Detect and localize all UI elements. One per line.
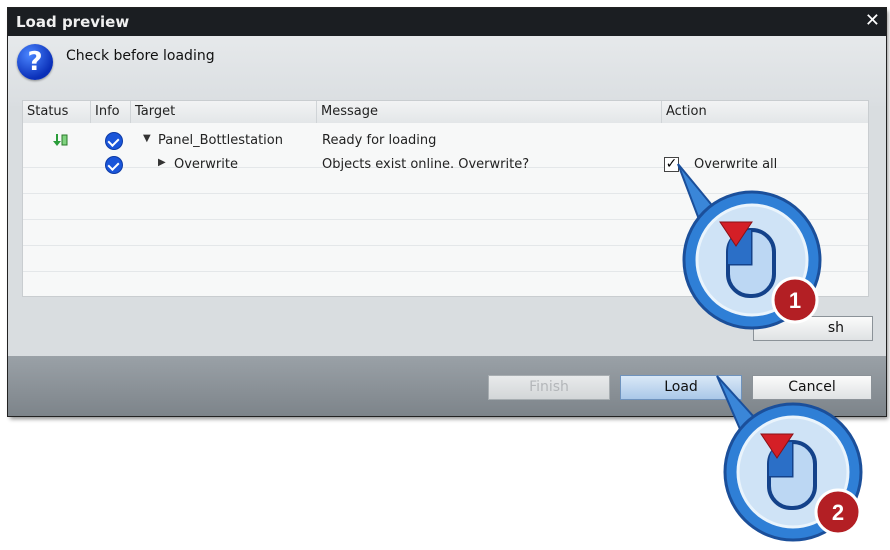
close-icon[interactable]: ✕: [865, 12, 880, 30]
dialog-title: Load preview: [16, 13, 130, 31]
header-text: Check before loading: [66, 48, 215, 64]
dialog-header: [8, 36, 886, 106]
title-bar: Load preview ✕: [8, 8, 886, 36]
finish-button[interactable]: Finish: [488, 375, 610, 400]
message-cell: Ready for loading: [322, 133, 437, 148]
callout-number-1: 1: [789, 288, 801, 313]
target-cell: Panel_Bottlestation: [158, 133, 283, 148]
collapse-triangle-icon[interactable]: ▼: [143, 133, 151, 144]
column-header-info[interactable]: Info: [91, 101, 131, 123]
column-header-action[interactable]: Action: [662, 101, 868, 123]
column-header-message[interactable]: Message: [317, 101, 662, 123]
target-cell: Overwrite: [174, 157, 238, 172]
callout-number-2: 2: [832, 500, 844, 525]
column-header-status[interactable]: Status: [23, 101, 91, 123]
question-icon: ?: [17, 44, 53, 80]
mouse-click-callout-2: 2: [716, 375, 863, 542]
expand-triangle-icon[interactable]: ▶: [158, 157, 166, 168]
column-header-target[interactable]: Target: [131, 101, 317, 123]
info-check-icon: [106, 157, 122, 173]
message-cell: Objects exist online. Overwrite?: [322, 157, 530, 172]
status-download-icon: [53, 134, 68, 146]
mouse-click-callout-1: 1: [677, 163, 822, 330]
info-check-icon: [106, 133, 122, 149]
